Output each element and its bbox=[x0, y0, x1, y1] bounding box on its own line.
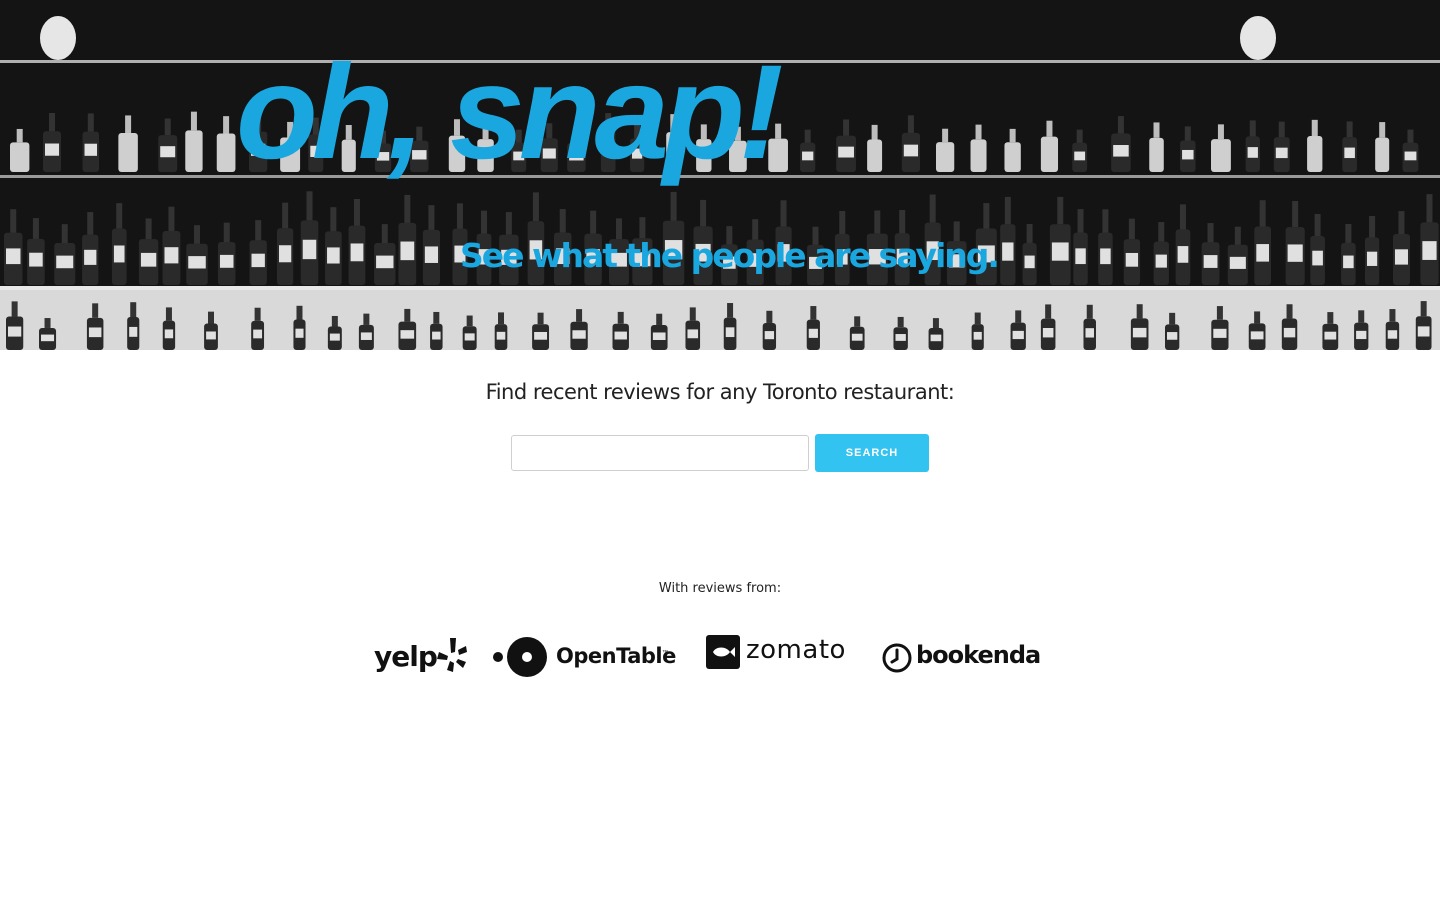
sources-label: With reviews from: bbox=[658, 581, 782, 596]
opentable-logo-text: OpenTable bbox=[556, 644, 676, 668]
clock-icon bbox=[882, 643, 912, 673]
restaurant-search-input[interactable] bbox=[511, 435, 809, 471]
yelp-burst-icon bbox=[437, 638, 467, 672]
bookenda-logo: bookenda bbox=[882, 640, 1044, 674]
zomato-logo: zomato bbox=[706, 635, 851, 671]
opentable-trademark: ™ bbox=[662, 650, 668, 656]
opentable-logo: OpenTable ™ bbox=[492, 636, 676, 678]
yelp-logo-text: yelp bbox=[374, 640, 438, 673]
search-button[interactable]: SEARCH bbox=[815, 434, 929, 472]
yelp-logo: yelp bbox=[374, 634, 468, 680]
hero-banner: oh, snap! See what the people are saying… bbox=[0, 0, 1440, 350]
hero-title: oh, snap! bbox=[236, 38, 784, 187]
zomato-fish-icon bbox=[706, 635, 740, 669]
search-prompt: Find recent reviews for any Toronto rest… bbox=[485, 380, 955, 404]
opentable-dots-icon bbox=[493, 637, 547, 677]
hero-subtitle: See what the people are saying. bbox=[460, 236, 1000, 275]
zomato-logo-text: zomato bbox=[746, 635, 846, 665]
bookenda-logo-text: bookenda bbox=[916, 641, 1041, 669]
